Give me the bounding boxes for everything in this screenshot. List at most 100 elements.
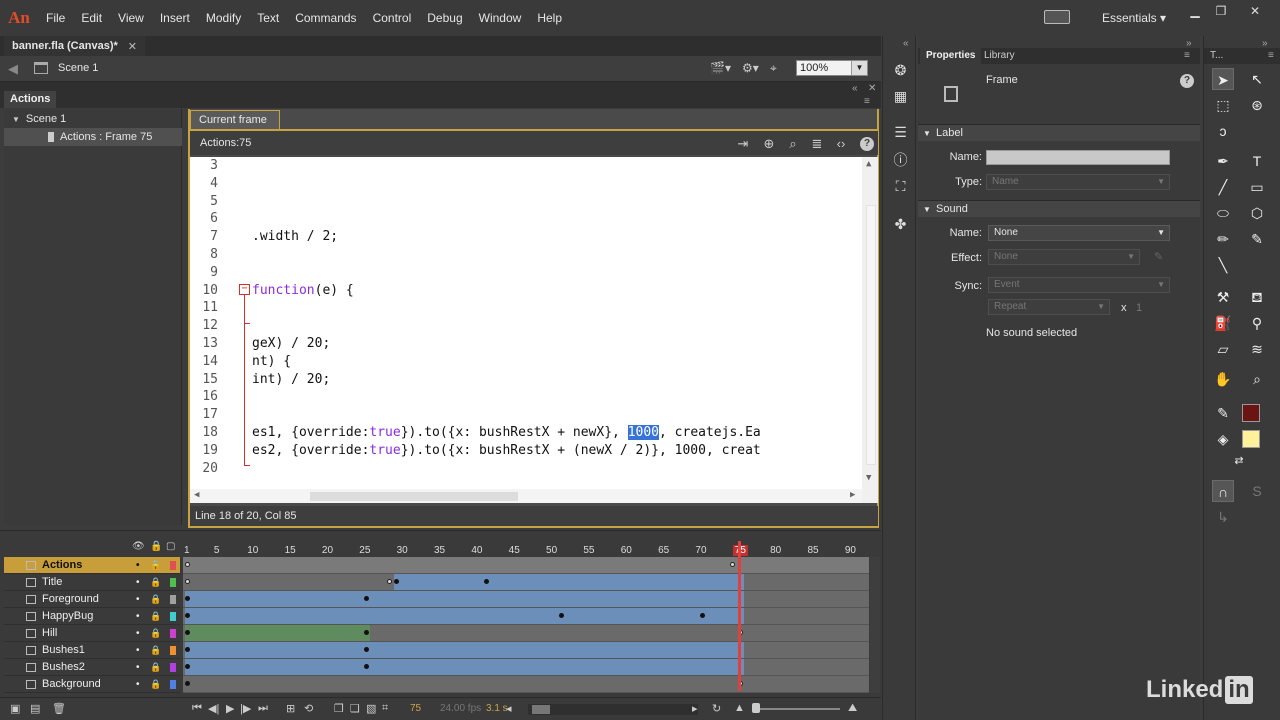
new-layer-icon[interactable]: ▣ bbox=[10, 702, 20, 715]
paint-brush-tool-icon[interactable]: ╲ bbox=[1212, 254, 1234, 276]
code-line[interactable]: 9 bbox=[190, 264, 860, 282]
visibility-toggle-icon[interactable]: • bbox=[136, 557, 140, 574]
layer-row[interactable]: Background • 🔒 bbox=[4, 676, 180, 693]
line-tool-icon[interactable]: ╱ bbox=[1212, 176, 1234, 198]
nav-frame-item[interactable]: Actions : Frame 75 bbox=[4, 128, 182, 146]
layer-outline-color[interactable] bbox=[170, 595, 176, 604]
ruler-tick-label[interactable]: 90 bbox=[845, 545, 856, 556]
vertical-scroll-thumb[interactable] bbox=[866, 205, 876, 465]
timeline-scroll-thumb[interactable] bbox=[532, 705, 550, 714]
horizontal-scrollbar[interactable]: ◀ ▶ bbox=[190, 489, 862, 503]
pen-tool-icon[interactable]: ✒ bbox=[1212, 150, 1234, 172]
layer-outline-color[interactable] bbox=[170, 612, 176, 621]
menu-modify[interactable]: Modify bbox=[198, 0, 249, 36]
back-arrow-icon[interactable]: ◀ bbox=[8, 61, 18, 77]
onion-outline-icon[interactable]: ❏ bbox=[350, 702, 360, 715]
ruler-tick-label[interactable]: 60 bbox=[621, 545, 632, 556]
center-stage-icon[interactable]: ⌖ bbox=[770, 61, 777, 76]
ruler-tick-label[interactable]: 80 bbox=[770, 545, 781, 556]
tween-span[interactable] bbox=[394, 574, 744, 590]
polystar-tool-icon[interactable]: ⬡ bbox=[1246, 202, 1268, 224]
keyframe[interactable] bbox=[185, 681, 190, 686]
keyframe[interactable] bbox=[558, 613, 564, 618]
expand-panels-icon[interactable]: « bbox=[903, 38, 909, 49]
keyframe[interactable] bbox=[185, 630, 190, 635]
help-icon[interactable]: ? bbox=[860, 137, 874, 151]
edit-envelope-icon[interactable]: ✎ bbox=[1154, 250, 1163, 263]
label-section-header[interactable]: ▼ Label bbox=[918, 124, 1200, 141]
frame-row[interactable] bbox=[183, 574, 869, 591]
snap-to-objects-icon[interactable]: ∩ bbox=[1212, 480, 1234, 502]
close-tab-icon[interactable]: ✕ bbox=[128, 40, 137, 53]
lock-toggle-icon[interactable]: 🔒 bbox=[150, 557, 161, 574]
lock-toggle-icon[interactable]: 🔒 bbox=[150, 642, 161, 659]
last-frame-icon[interactable]: ⏭ bbox=[258, 702, 268, 715]
panel-menu-icon[interactable]: ≡ bbox=[1268, 50, 1274, 61]
lock-toggle-icon[interactable]: 🔒 bbox=[150, 676, 161, 693]
layer-outline-color[interactable] bbox=[170, 680, 176, 689]
frame-row[interactable] bbox=[183, 625, 869, 642]
scroll-up-icon[interactable]: ▲ bbox=[866, 159, 871, 169]
visibility-toggle-icon[interactable]: • bbox=[136, 574, 140, 591]
panel-menu-icon[interactable]: ≡ bbox=[864, 96, 870, 107]
ruler-tick-label[interactable]: 20 bbox=[322, 545, 333, 556]
ruler-tick-label[interactable]: 65 bbox=[658, 545, 669, 556]
center-frame-icon[interactable]: ⊞ bbox=[286, 702, 295, 715]
ruler-tick-label[interactable]: 30 bbox=[397, 545, 408, 556]
zoom-out-icon[interactable]: ▲ bbox=[734, 702, 745, 714]
layer-outline-color[interactable] bbox=[170, 663, 176, 672]
visibility-toggle-icon[interactable]: • bbox=[136, 676, 140, 693]
eye-icon[interactable]: 👁 bbox=[132, 541, 145, 552]
visibility-toggle-icon[interactable]: • bbox=[136, 608, 140, 625]
tween-span[interactable] bbox=[185, 625, 371, 641]
keyframe[interactable] bbox=[483, 579, 489, 584]
zoom-in-icon[interactable]: ⛰ bbox=[848, 702, 857, 715]
collapse-triangle-icon[interactable]: ▼ bbox=[923, 201, 931, 218]
ruler-tick-label[interactable]: 15 bbox=[285, 545, 296, 556]
layer-name[interactable]: HappyBug bbox=[42, 610, 93, 622]
zoom-select[interactable]: 100% ▼ bbox=[796, 60, 868, 76]
frame-row[interactable] bbox=[183, 591, 869, 608]
layer-row[interactable]: Bushes2 • 🔒 bbox=[4, 659, 180, 676]
scroll-left-icon[interactable]: ◀ bbox=[194, 490, 199, 500]
frame-row[interactable] bbox=[183, 608, 869, 625]
tween-span[interactable] bbox=[185, 659, 744, 675]
keyframe[interactable] bbox=[185, 647, 190, 652]
lock-toggle-icon[interactable]: 🔒 bbox=[150, 574, 161, 591]
lock-toggle-icon[interactable]: 🔒 bbox=[150, 625, 161, 642]
keyframe[interactable] bbox=[386, 579, 392, 584]
keyframe[interactable] bbox=[185, 613, 190, 618]
tween-span[interactable] bbox=[185, 642, 744, 658]
outline-icon[interactable]: ▢ bbox=[166, 541, 175, 552]
fill-color-icon[interactable]: ◈ bbox=[1212, 428, 1234, 450]
timeline-zoom-knob[interactable] bbox=[752, 703, 760, 713]
layer-name[interactable]: Hill bbox=[42, 627, 57, 639]
ruler-tick-label[interactable]: 45 bbox=[509, 545, 520, 556]
timeline-vertical-scrollbar[interactable] bbox=[870, 557, 880, 693]
menu-commands[interactable]: Commands bbox=[287, 0, 364, 36]
menu-view[interactable]: View bbox=[110, 0, 152, 36]
selection-tool-icon[interactable]: ➤ bbox=[1212, 68, 1234, 90]
layer-outline-color[interactable] bbox=[170, 578, 176, 587]
minimize-icon[interactable]: ▁ bbox=[1186, 4, 1204, 18]
ink-bottle-tool-icon[interactable]: ⛽ bbox=[1212, 312, 1234, 334]
ruler-tick-label[interactable]: 1 bbox=[184, 545, 190, 556]
fill-color-swatch[interactable] bbox=[1242, 430, 1260, 448]
code-line[interactable]: 18 es1, {override:true}).to({x: bushRestX… bbox=[190, 424, 860, 442]
code-line[interactable]: 15 int) / 20; bbox=[190, 371, 860, 389]
visibility-toggle-icon[interactable]: • bbox=[136, 625, 140, 642]
transform-icon[interactable]: ⛶ bbox=[892, 178, 909, 195]
menu-window[interactable]: Window bbox=[471, 0, 530, 36]
find-icon[interactable]: ⌕ bbox=[784, 135, 802, 153]
visibility-toggle-icon[interactable]: • bbox=[136, 591, 140, 608]
horizontal-scroll-thumb[interactable] bbox=[310, 492, 518, 501]
workspace-icon[interactable] bbox=[1044, 10, 1070, 24]
layer-row[interactable]: Bushes1 • 🔒 bbox=[4, 642, 180, 659]
scene-label[interactable]: Scene 1 bbox=[58, 62, 98, 74]
smooth-icon[interactable]: S bbox=[1246, 480, 1268, 502]
code-line[interactable]: 3 bbox=[190, 157, 860, 175]
ruler-tick-label[interactable]: 35 bbox=[434, 545, 445, 556]
modify-markers-icon[interactable]: ⌗ bbox=[382, 702, 388, 715]
pin-script-icon[interactable]: ⇥ bbox=[734, 135, 752, 153]
frame-grid[interactable] bbox=[183, 557, 869, 693]
